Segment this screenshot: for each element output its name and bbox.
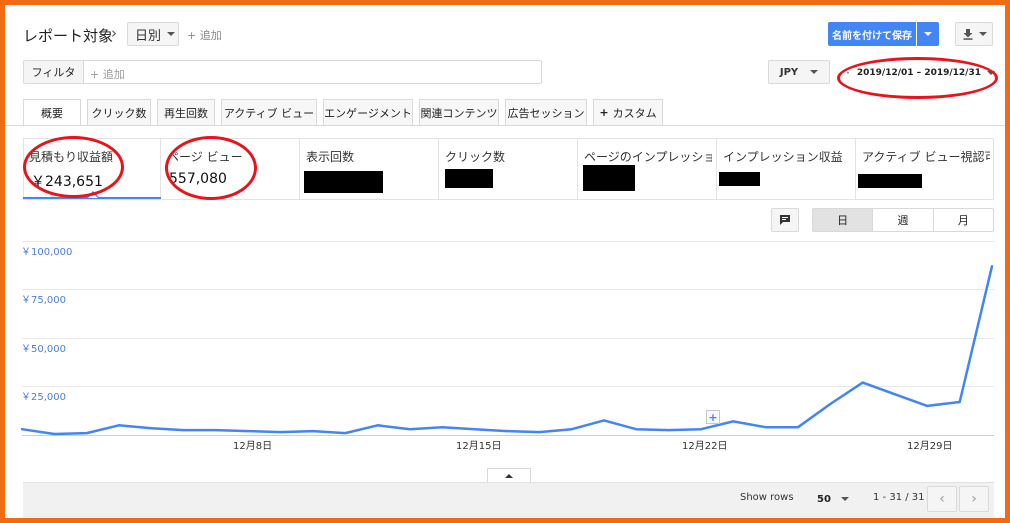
data-point[interactable]: [635, 428, 638, 431]
annotation-circle: [837, 57, 998, 99]
data-point[interactable]: [247, 429, 250, 433]
data-point[interactable]: [150, 427, 153, 430]
data-point[interactable]: [182, 428, 185, 432]
data-point[interactable]: [861, 381, 864, 384]
rows-value: 50: [817, 493, 831, 505]
chevron-down-icon: [841, 497, 849, 501]
data-point[interactable]: [408, 428, 412, 431]
data-point[interactable]: [117, 424, 121, 427]
data-point[interactable]: [958, 400, 961, 404]
data-point[interactable]: [20, 428, 24, 431]
data-point[interactable]: [441, 426, 444, 429]
data-point[interactable]: [602, 419, 606, 422]
rows-per-page-dropdown[interactable]: 50: [801, 486, 855, 512]
show-rows-label: Show rows: [740, 492, 794, 503]
data-point[interactable]: [473, 428, 476, 431]
add-annotation-marker[interactable]: +: [706, 410, 720, 424]
annotation-circle: [165, 136, 257, 200]
data-point[interactable]: [829, 402, 832, 406]
collapse-chart-button[interactable]: [487, 468, 531, 482]
data-point[interactable]: [214, 428, 218, 432]
data-point[interactable]: [699, 428, 703, 431]
chevron-up-icon: [505, 473, 513, 478]
data-point[interactable]: [893, 393, 897, 396]
data-point[interactable]: [505, 429, 509, 433]
data-point[interactable]: [926, 404, 929, 408]
data-point[interactable]: [538, 430, 541, 434]
data-point[interactable]: [344, 431, 347, 435]
pagination-range: 1 - 31 / 31: [873, 492, 925, 503]
report-frame: レポート対象 › 日別 + 追加 名前を付けて保存 フィルタ + 追加 JPY …: [5, 5, 1005, 518]
earnings-series-line: [21, 265, 994, 436]
annotation-circle: [23, 136, 124, 198]
data-point[interactable]: [732, 420, 735, 423]
data-point[interactable]: [667, 428, 670, 432]
data-point[interactable]: [279, 430, 282, 434]
data-point[interactable]: [311, 429, 315, 433]
data-point[interactable]: [85, 431, 88, 435]
data-point[interactable]: [796, 426, 800, 429]
prev-page-button[interactable]: ‹: [927, 486, 957, 512]
data-point[interactable]: [764, 426, 767, 429]
next-page-button[interactable]: ›: [959, 486, 989, 512]
data-point[interactable]: [990, 265, 994, 268]
data-point[interactable]: [376, 424, 379, 427]
data-point[interactable]: [570, 428, 573, 431]
data-point[interactable]: [53, 432, 56, 436]
